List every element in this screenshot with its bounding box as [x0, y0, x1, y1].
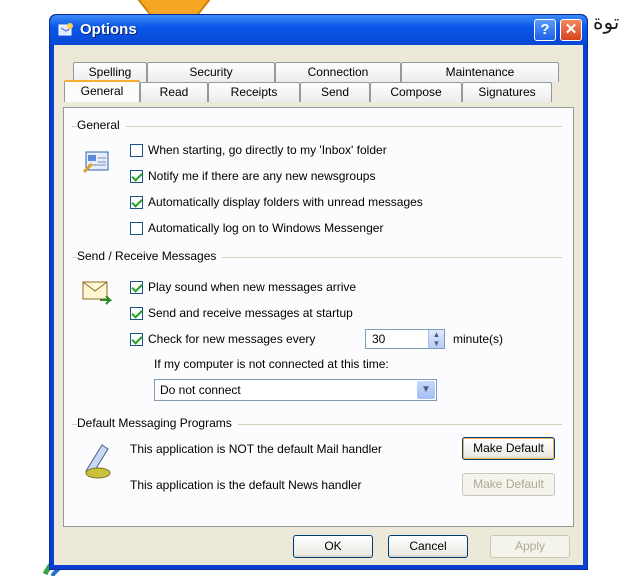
option-notify-newsgroups[interactable]: Notify me if there are any new newsgroup…: [130, 169, 375, 183]
not-connected-value: Do not connect: [160, 383, 241, 397]
tab-row-back: Spelling Security Connection Maintenance: [73, 62, 559, 82]
not-connected-select[interactable]: Do not connect ▼: [154, 379, 437, 401]
checkbox-log-on-messenger[interactable]: [130, 221, 143, 235]
general-settings-icon: [82, 151, 109, 174]
tab-maintenance[interactable]: Maintenance: [401, 62, 559, 82]
option-go-to-inbox[interactable]: When starting, go directly to my 'Inbox'…: [130, 143, 387, 157]
dialog-client-area: Spelling Security Connection Maintenance…: [54, 45, 583, 565]
option-check-new-messages-label: Check for new messages every: [148, 332, 316, 346]
tab-receipts[interactable]: Receipts: [208, 82, 300, 102]
background-arabic-text: توة: [593, 10, 620, 34]
make-default-mail-button[interactable]: Make Default: [462, 437, 555, 460]
tab-general[interactable]: General: [64, 80, 140, 102]
default-programs-icon: [85, 444, 111, 479]
tab-spelling[interactable]: Spelling: [73, 62, 147, 82]
tab-row-front: General Read Receipts Send Compose Signa…: [64, 80, 552, 102]
checkbox-send-receive-startup[interactable]: [130, 306, 143, 320]
option-go-to-inbox-label: When starting, go directly to my 'Inbox'…: [148, 143, 387, 157]
option-log-on-messenger[interactable]: Automatically log on to Windows Messenge…: [130, 221, 383, 235]
checkbox-display-unread-folders[interactable]: [130, 195, 143, 209]
tab-compose[interactable]: Compose: [370, 82, 462, 102]
option-display-unread-folders[interactable]: Automatically display folders with unrea…: [130, 195, 423, 209]
option-send-receive-startup-label: Send and receive messages at startup: [148, 306, 353, 320]
ok-button[interactable]: OK: [293, 535, 373, 558]
mail-handler-text: This application is NOT the default Mail…: [130, 442, 382, 456]
check-interval-unit: minute(s): [453, 332, 504, 346]
tab-signatures[interactable]: Signatures: [462, 82, 552, 102]
title-bar[interactable]: Options ? ✕: [50, 15, 587, 45]
send-receive-icon: [82, 281, 112, 305]
window-title: Options: [80, 21, 137, 38]
option-check-new-messages[interactable]: Check for new messages every: [130, 332, 315, 346]
tab-read[interactable]: Read: [140, 82, 208, 102]
option-send-receive-startup[interactable]: Send and receive messages at startup: [130, 306, 353, 320]
news-handler-text: This application is the default News han…: [130, 478, 362, 492]
tab-send[interactable]: Send: [300, 82, 370, 102]
option-play-sound-label: Play sound when new messages arrive: [148, 280, 357, 294]
option-display-unread-folders-label: Automatically display folders with unrea…: [148, 195, 423, 209]
checkbox-check-new-messages[interactable]: [130, 332, 143, 346]
help-button[interactable]: ?: [534, 19, 556, 41]
cancel-button[interactable]: Cancel: [388, 535, 468, 558]
apply-button[interactable]: Apply: [490, 535, 570, 558]
spinner-arrows-icon[interactable]: ▲ ▼: [428, 330, 444, 348]
send-receive-group-title: Send / Receive Messages: [77, 249, 223, 263]
checkbox-notify-newsgroups[interactable]: [130, 169, 143, 183]
option-log-on-messenger-label: Automatically log on to Windows Messenge…: [148, 221, 384, 235]
general-tab-panel: General When starting, go directly to my…: [63, 107, 574, 527]
general-group-title: General: [77, 118, 126, 132]
not-connected-label: If my computer is not connected at this …: [154, 357, 389, 371]
chevron-down-icon[interactable]: ▼: [417, 381, 435, 399]
check-interval-value: 30: [372, 332, 386, 346]
option-play-sound[interactable]: Play sound when new messages arrive: [130, 280, 356, 294]
check-interval-spinner[interactable]: 30 ▲ ▼: [365, 329, 445, 349]
tab-security[interactable]: Security: [147, 62, 275, 82]
options-dialog: Options ? ✕ Spelling Security Connection…: [49, 14, 588, 570]
tab-connection[interactable]: Connection: [275, 62, 401, 82]
close-button[interactable]: ✕: [560, 19, 582, 41]
option-notify-newsgroups-label: Notify me if there are any new newsgroup…: [148, 169, 376, 183]
make-default-news-button[interactable]: Make Default: [462, 473, 555, 496]
checkbox-play-sound[interactable]: [130, 280, 143, 294]
options-app-icon: [58, 23, 73, 36]
general-group-divider: [72, 126, 562, 127]
default-programs-group-title: Default Messaging Programs: [77, 416, 238, 430]
checkbox-go-to-inbox[interactable]: [130, 143, 143, 157]
